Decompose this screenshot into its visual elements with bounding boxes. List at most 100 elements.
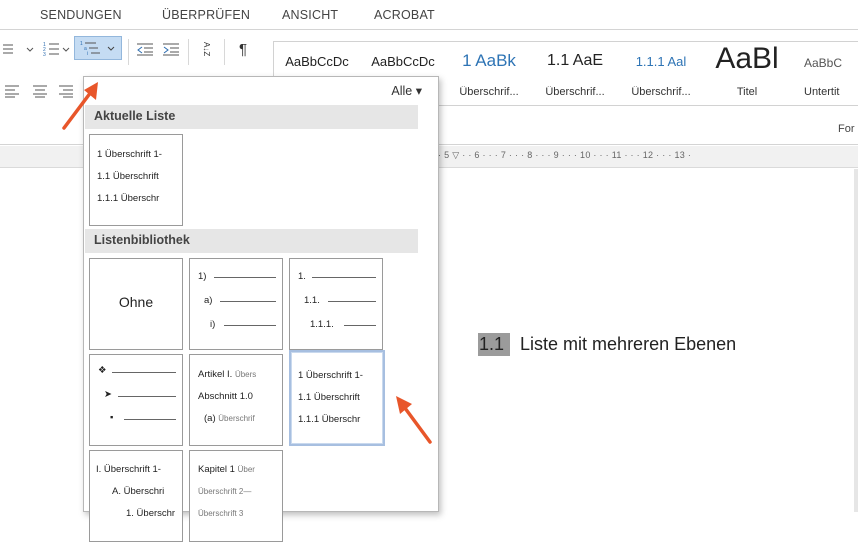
style-subtitle[interactable]: AaBbC Untertit (790, 42, 858, 107)
tab-ansicht[interactable]: ANSICHT (282, 8, 338, 22)
align-left-button[interactable] (0, 79, 24, 103)
heading-number: 1.1 (478, 332, 511, 356)
style-name: Überschrif... (631, 86, 691, 98)
align-center-icon (33, 85, 47, 98)
heading-text: Liste mit mehreren Ebenen (520, 333, 737, 354)
style-heading-1[interactable]: 1 AaBk Überschrif... (446, 42, 532, 107)
style-sample: AaBl (715, 42, 779, 75)
tile-line: i) (210, 319, 216, 330)
tile-article-list[interactable]: Artikel I. Übers Abschnitt 1.0 (a) Übers… (189, 354, 283, 446)
style-sample: 1.1.1 Aal (635, 54, 687, 69)
svg-text:i: i (87, 51, 88, 57)
annotation-arrow-icon (396, 396, 432, 444)
tile-dash (214, 277, 276, 278)
ruler-ticks: · 5 ▽ · · 6 · · · 7 · · · 8 · · · 9 · · … (438, 150, 692, 160)
multilevel-list-dropdown: Alle ▾ Aktuelle Liste 1 Überschrift 1- 1… (83, 76, 439, 542)
bullet-list-icon (3, 44, 34, 54)
style-sample: 1.1 AaE (546, 52, 604, 69)
style-name: Überschrif... (545, 86, 605, 98)
tile-level: Abschnitt 1.0 (198, 391, 253, 402)
tile-line: 1.1. (304, 295, 320, 306)
tile-chapter-list[interactable]: Kapitel 1 Über Überschrift 2— Überschrif… (189, 450, 283, 542)
tile-heading-list-selected[interactable]: 1 Überschrift 1- 1.1 Überschrift 1.1.1 Ü… (289, 350, 385, 446)
tile-line: I. Überschrift 1- (96, 464, 161, 475)
tile-line: Kapitel 1 Über (198, 464, 255, 475)
multilevel-list-icon: 1 a i (80, 41, 115, 57)
tile-dash (344, 325, 376, 326)
tile-line: a) (204, 295, 213, 306)
style-heading-2[interactable]: 1.1 AaE Überschrif... (532, 42, 618, 107)
tile-dash (220, 301, 276, 302)
tile-line: Überschrift 3 (198, 508, 243, 519)
numbering-button[interactable]: 1 2 3 (40, 37, 72, 61)
tile-level: Artikel I. (198, 369, 233, 380)
tile-text: Übers (234, 370, 257, 379)
tile-dash (124, 419, 176, 420)
tile-line: 1.1.1 Überschr (298, 414, 361, 425)
tab-acrobat[interactable]: ACROBAT (374, 8, 435, 22)
decrease-indent-button[interactable] (134, 37, 156, 61)
tile-text: Über (237, 465, 255, 474)
tile-level: Kapitel 1 (198, 464, 235, 475)
tile-line: 1.1 Überschrift (97, 171, 159, 182)
tile-line: 1.1 Überschrift (298, 392, 360, 403)
increase-indent-icon (163, 43, 179, 56)
style-name: Untertit (804, 86, 840, 98)
tile-text: Überschrift 3 (198, 509, 244, 518)
tile-decimal-list[interactable]: 1. 1.1. 1.1.1. (289, 258, 383, 350)
tile-bullet-list[interactable]: ❖ ➤ ▪ (89, 354, 183, 446)
tile-line: Abschnitt 1.0 (198, 391, 253, 402)
tile-dash (312, 277, 376, 278)
align-left-icon (5, 85, 19, 98)
current-list-tile[interactable]: 1 Überschrift 1- 1.1 Überschrift 1.1.1 Ü… (89, 134, 183, 226)
tile-line: 1.1.1 Überschr (97, 193, 160, 204)
style-heading-3[interactable]: 1.1.1 Aal Überschrif... (618, 42, 704, 107)
section-current-list: Aktuelle Liste (85, 105, 418, 129)
style-name: Titel (736, 86, 758, 98)
style-sample: AaBbCcDc (371, 54, 435, 69)
tile-text: Überschrif (218, 414, 255, 423)
style-sample: 1 AaBk (462, 51, 516, 70)
multilevel-list-button[interactable]: 1 a i (74, 36, 122, 60)
tile-none[interactable]: Ohne (89, 258, 183, 350)
diamond-bullet-icon: ❖ (98, 365, 107, 376)
sort-icon: A↓Z (202, 41, 211, 57)
ribbon-tab-bar: SENDUNGEN ÜBERPRÜFEN ANSICHT ACROBAT (0, 0, 858, 30)
group-label-formatvorlagen: For (838, 123, 855, 135)
sort-button[interactable]: A↓Z (194, 37, 218, 61)
tile-dash (112, 372, 176, 373)
tile-line: Artikel I. Übers (198, 369, 256, 380)
tab-sendungen[interactable]: SENDUNGEN (40, 8, 122, 22)
tile-dash (224, 325, 276, 326)
tile-dash (118, 396, 176, 397)
tile-line: Überschrift 2— (198, 486, 251, 497)
tab-ueberpruefen[interactable]: ÜBERPRÜFEN (162, 8, 250, 22)
style-name: Überschrif... (459, 86, 519, 98)
tile-line: 1. Überschr (126, 508, 176, 519)
tile-line: (a) Überschrif (204, 413, 255, 424)
align-center-button[interactable] (28, 79, 52, 103)
annotation-arrow-icon (62, 82, 98, 130)
tile-line: 1) (198, 271, 207, 282)
section-list-library: Listenbibliothek (85, 229, 418, 253)
style-title[interactable]: AaBl Titel (704, 42, 790, 107)
tile-text: Überschrift 2— (198, 487, 252, 496)
tile-paren-list[interactable]: 1) a) i) (189, 258, 283, 350)
tile-line: 1.1.1. (310, 319, 334, 330)
style-sample: AaBbCcDc (285, 54, 349, 69)
tile-level: (a) (204, 413, 216, 424)
show-formatting-button[interactable]: ¶ (232, 37, 254, 61)
tile-line: 1 Überschrift 1- (97, 149, 162, 160)
tile-dash (328, 301, 376, 302)
document-heading[interactable]: 1.1 Liste mit mehreren Ebenen (478, 331, 736, 357)
bullets-button[interactable] (0, 37, 36, 61)
tile-none-label: Ohne (118, 294, 154, 310)
svg-text:1: 1 (80, 41, 83, 47)
tile-line: 1 Überschrift 1- (298, 370, 363, 381)
tile-roman-list[interactable]: I. Überschrift 1- A. Überschri 1. Übersc… (89, 450, 183, 542)
svg-text:3: 3 (43, 52, 46, 58)
increase-indent-button[interactable] (160, 37, 182, 61)
style-sample: AaBbC (804, 56, 843, 70)
square-bullet-icon: ▪ (110, 412, 114, 423)
filter-dropdown[interactable]: Alle ▾ (391, 83, 422, 98)
